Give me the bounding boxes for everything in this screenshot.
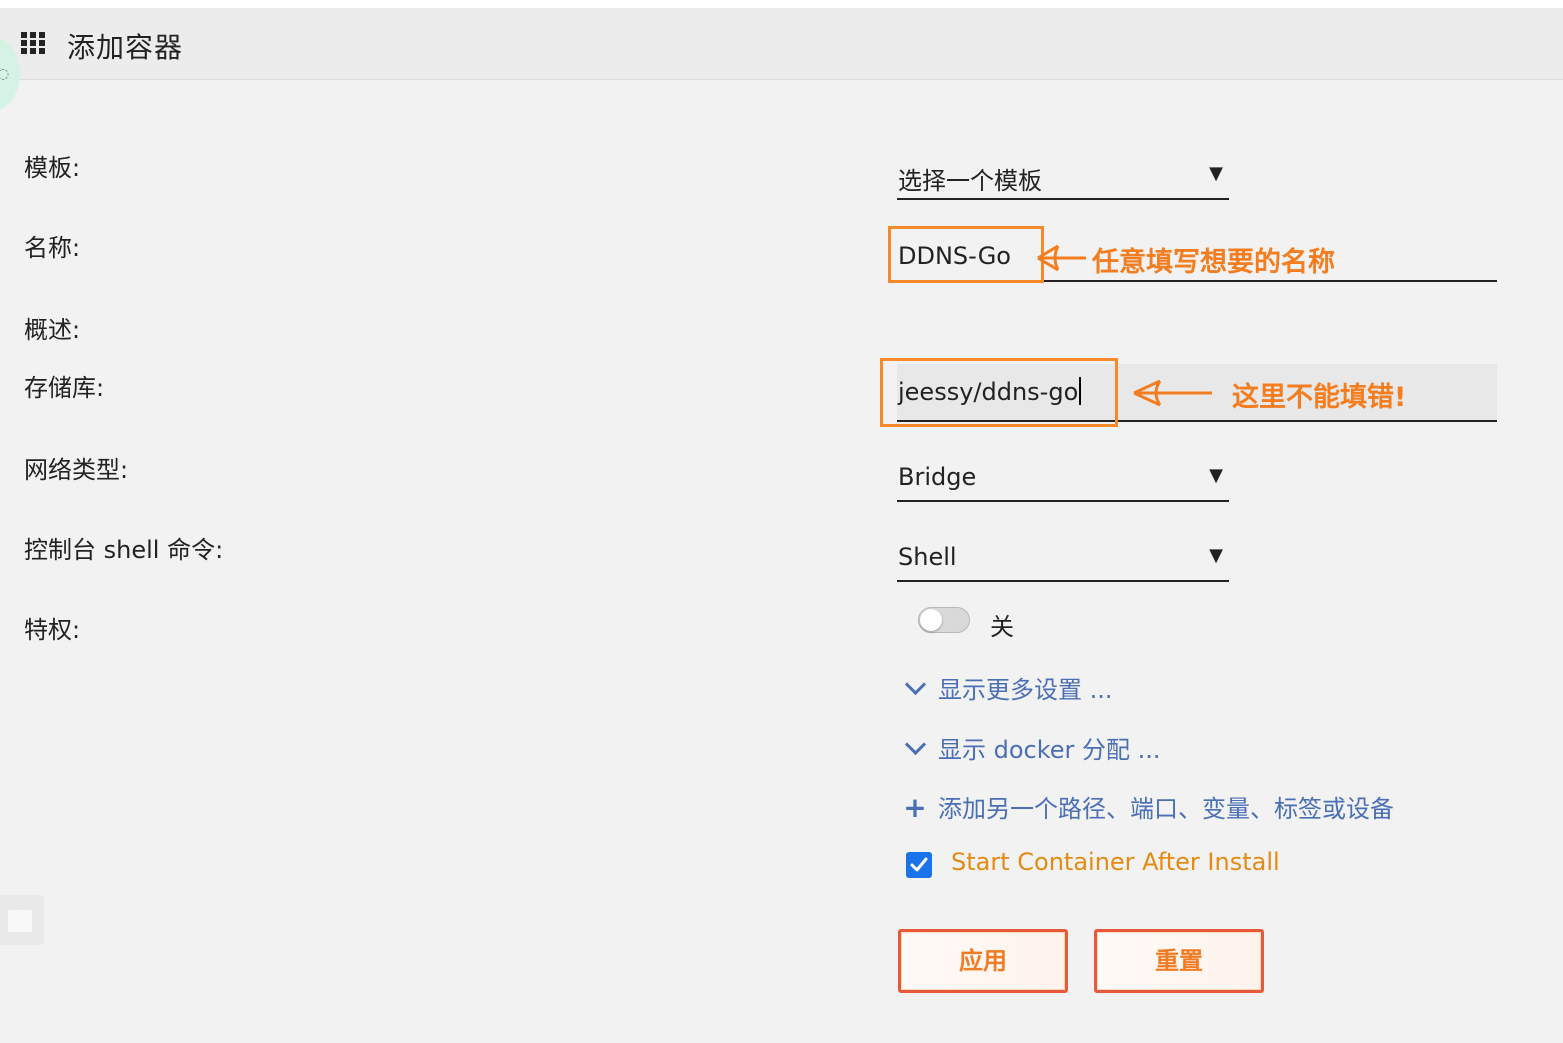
show-docker-allocation-label: 显示 docker 分配 ... <box>938 736 1161 764</box>
chevron-down-icon <box>902 673 928 704</box>
privileged-toggle[interactable] <box>918 607 970 633</box>
template-select[interactable]: 选择一个模板 ▼ <box>897 158 1229 200</box>
annotation-arrow-icon <box>1037 244 1086 272</box>
annotation-arrow-icon <box>1133 379 1212 407</box>
reset-button[interactable]: 重置 <box>1094 929 1264 993</box>
dropdown-arrow-icon: ▼ <box>1209 545 1223 566</box>
description-label: 概述: <box>24 316 81 344</box>
dropdown-arrow-icon: ▼ <box>1209 163 1223 184</box>
page-title: 添加容器 <box>67 31 184 64</box>
repository-annotation: 这里不能填错! <box>1232 382 1407 413</box>
template-label: 模板: <box>24 154 81 182</box>
apply-button[interactable]: 应用 <box>898 929 1068 993</box>
chevron-down-icon <box>902 733 928 764</box>
console-shell-select[interactable]: Shell ▼ <box>897 540 1229 582</box>
template-select-value: 选择一个模板 <box>898 167 1042 195</box>
add-another-label: 添加另一个路径、端口、变量、标签或设备 <box>938 795 1394 823</box>
console-shell-value: Shell <box>898 543 957 571</box>
network-type-select[interactable]: Bridge ▼ <box>897 460 1229 502</box>
grid-icon[interactable] <box>21 32 47 54</box>
privileged-state-label: 关 <box>990 613 1014 641</box>
repository-label: 存储库: <box>24 374 105 402</box>
show-docker-allocation-link[interactable]: 显示 docker 分配 ... <box>902 730 1161 765</box>
name-annotation: 任意填写想要的名称 <box>1092 247 1335 278</box>
plus-icon: + <box>903 791 927 824</box>
name-highlight-box <box>888 226 1044 283</box>
side-collapse-tab[interactable] <box>0 895 44 945</box>
start-after-install-checkbox[interactable] <box>906 852 932 878</box>
floating-widget-icon: ◌ <box>0 66 10 82</box>
dropdown-arrow-icon: ▼ <box>1209 465 1223 486</box>
top-strip <box>0 0 1563 8</box>
show-more-settings-link[interactable]: 显示更多设置 ... <box>902 670 1113 705</box>
square-icon <box>8 910 32 932</box>
page-header: 添加容器 <box>0 8 1563 80</box>
add-another-link[interactable]: + 添加另一个路径、端口、变量、标签或设备 <box>902 789 1394 824</box>
name-label: 名称: <box>24 234 81 262</box>
start-after-install-label: Start Container After Install <box>951 848 1280 876</box>
toggle-knob <box>920 609 942 631</box>
checkmark-icon <box>910 857 928 872</box>
privileged-label: 特权: <box>24 616 81 644</box>
repository-highlight-box <box>880 358 1118 427</box>
show-more-settings-label: 显示更多设置 ... <box>938 676 1113 704</box>
network-type-label: 网络类型: <box>24 456 129 484</box>
network-type-value: Bridge <box>898 463 977 491</box>
console-shell-label: 控制台 shell 命令: <box>24 536 224 564</box>
